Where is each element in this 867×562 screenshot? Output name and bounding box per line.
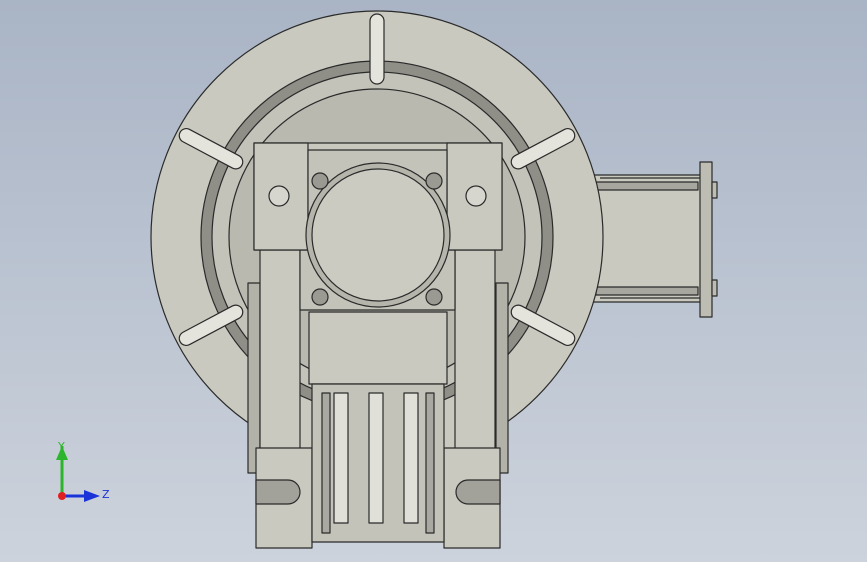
y-axis-label: Y — [57, 440, 65, 453]
axis-triad: Y Z — [56, 440, 110, 502]
z-axis-label: Z — [102, 488, 110, 501]
graphics-viewport[interactable]: Y Z — [0, 0, 867, 562]
output-shaft-flange — [589, 161, 718, 318]
gearbox-model[interactable] — [0, 0, 867, 562]
